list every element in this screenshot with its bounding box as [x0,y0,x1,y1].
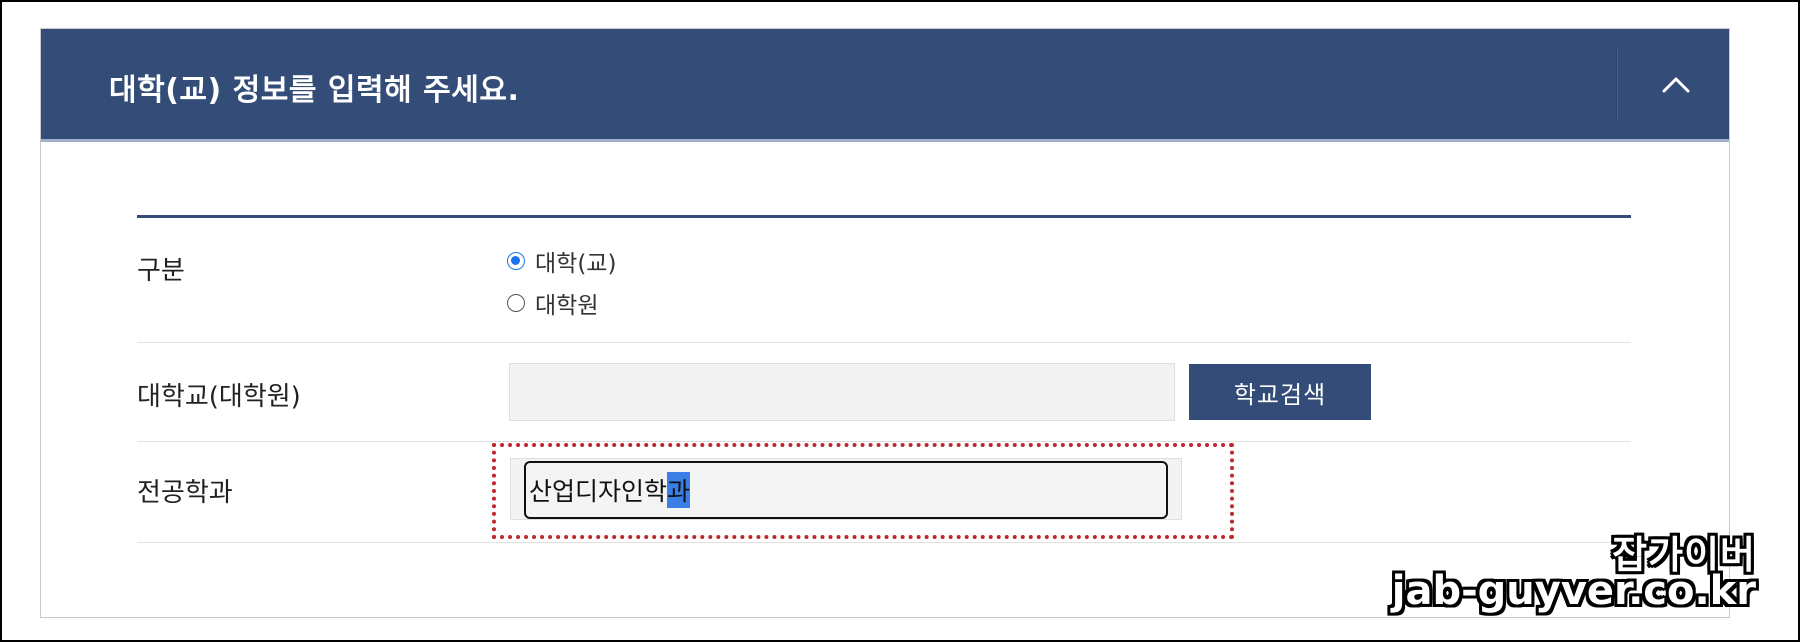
university-label: 대학교(대학원) [137,382,301,412]
university-input[interactable] [509,363,1175,421]
university-row: 대학교(대학원) 학교검색 [137,343,1631,442]
major-label: 전공학과 [137,478,233,508]
radio-checked-icon[interactable] [507,252,525,270]
category-row: 구분 대학(교) 대학원 [137,218,1631,343]
radio-graduate-school-label: 대학원 [535,293,599,319]
screenshot-frame: 대학(교) 정보를 입력해 주세요. 구분 대학(교) 대학원 대학교(대학원)… [0,0,1800,642]
chevron-up-icon [1662,77,1690,93]
header-divider [1616,49,1617,119]
category-label: 구분 [137,256,185,286]
school-search-button[interactable]: 학교검색 [1189,364,1371,420]
panel-title: 대학(교) 정보를 입력해 주세요. [109,73,520,108]
watermark-url: jab-guyver.co.kr [1391,568,1756,614]
panel-header: 대학(교) 정보를 입력해 주세요. [41,29,1729,142]
collapse-button[interactable] [1641,51,1711,117]
radio-graduate-school[interactable]: 대학원 [507,286,598,320]
highlight-annotation [492,443,1234,539]
radio-university-label: 대학(교) [535,251,617,277]
radio-university[interactable]: 대학(교) [507,244,616,278]
radio-unchecked-icon[interactable] [507,294,525,312]
